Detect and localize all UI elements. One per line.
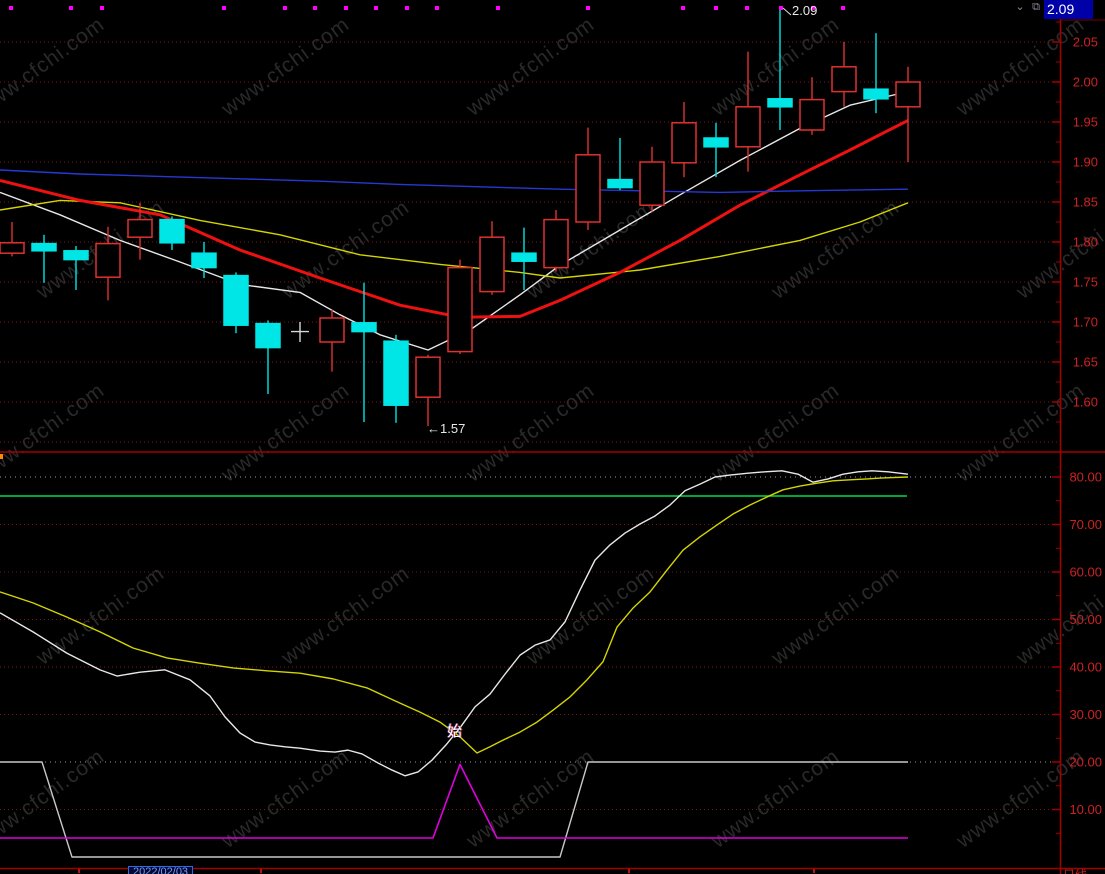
high-price-annotation: 2.09 (792, 3, 818, 18)
candle-body (639, 161, 665, 206)
magenta-signal (0, 763, 908, 839)
period-dot (69, 6, 73, 10)
last-price-badge: 2.09 (1044, 0, 1093, 19)
candle-body (767, 98, 793, 108)
period-dot (841, 6, 845, 10)
price-axis-label: 1.90 (1073, 155, 1098, 170)
indicator-axis-label: 10.00 (1069, 802, 1102, 817)
period-dot (435, 6, 439, 10)
period-dot (9, 6, 13, 10)
chevron-down-icon[interactable]: ⌄ (1012, 0, 1028, 14)
price-axis-label: 1.65 (1073, 355, 1098, 370)
period-dot (344, 6, 348, 10)
period-dot (100, 6, 104, 10)
candle-body (95, 242, 121, 278)
start-marker: 始 (447, 723, 463, 740)
candle-body (447, 266, 473, 353)
status-bar: 2022/02/03 日线 (0, 866, 1105, 874)
indicator-axis-label: 30.00 (1069, 707, 1102, 722)
candle-body (607, 178, 633, 189)
candle-body (479, 236, 505, 293)
candle-body (255, 322, 281, 349)
price-axis-label: 2.00 (1073, 75, 1098, 90)
price-axis-label: 1.70 (1073, 315, 1098, 330)
indicator-axis-label: 80.00 (1069, 470, 1102, 485)
period-dot (681, 6, 685, 10)
price-axis-label: 1.80 (1073, 235, 1098, 250)
indicator-axis-label: 20.00 (1069, 755, 1102, 770)
period-dot (745, 6, 749, 10)
period-dot (374, 6, 378, 10)
indicator-axis-label: 50.00 (1069, 612, 1102, 627)
chart-canvas[interactable]: 2.05 2.00 1.95 1.90 1.85 1.80 1.75 1.70 1.65 1.60… (0, 0, 1105, 874)
period-dot (405, 6, 409, 10)
period-dot (779, 6, 783, 10)
candle-body (31, 242, 57, 252)
stock-chart-app: www.cfchi.com www.cfchi.com www.cfchi.com w… (0, 0, 1105, 874)
window-icon[interactable]: ⧉ (1028, 0, 1044, 14)
price-axis-label: 2.05 (1073, 35, 1098, 50)
candle-body (351, 322, 377, 333)
low-price-annotation: ←1.57 (427, 421, 466, 436)
candle-body (63, 250, 89, 261)
candle-body (575, 154, 601, 223)
period-dot (283, 6, 287, 10)
high-annotation-arrow (782, 7, 792, 16)
orange-mark (0, 454, 3, 459)
candle-body (703, 137, 729, 148)
date-label[interactable]: 2022/02/03 (128, 866, 194, 874)
candle-body (383, 340, 409, 406)
time-axis-tick (78, 869, 80, 873)
time-axis-tick (260, 869, 262, 873)
indicator-axis-label: 60.00 (1069, 565, 1102, 580)
period-label: 日线 (1063, 866, 1087, 874)
time-axis-tick (813, 869, 815, 873)
time-axis-tick (628, 869, 630, 873)
axis-header: ⌄ ⧉ 2.09 (1012, 0, 1093, 19)
candle-body (191, 252, 217, 269)
price-axis-label: 1.85 (1073, 195, 1098, 210)
candle-body (415, 356, 441, 398)
candle-body (511, 252, 537, 262)
candle-body (735, 106, 761, 148)
price-axis-label: 1.75 (1073, 275, 1098, 290)
candle-body (831, 66, 857, 93)
price-axis-label: 1.60 (1073, 395, 1098, 410)
candle-body (671, 122, 697, 164)
period-dot (586, 6, 590, 10)
period-dot (496, 6, 500, 10)
price-axis-label: 1.95 (1073, 115, 1098, 130)
candle-body (127, 218, 153, 238)
indicator-axis-label: 70.00 (1069, 517, 1102, 532)
d-line (0, 476, 909, 754)
candle-body (895, 81, 921, 108)
candle-body (543, 218, 569, 269)
candle-body (159, 218, 185, 244)
candle-body (863, 88, 889, 100)
indicator-axis-label: 40.00 (1069, 660, 1102, 675)
period-dot (222, 6, 226, 10)
candle-body (0, 242, 25, 254)
candle-body (223, 274, 249, 326)
period-dot (714, 6, 718, 10)
period-dot (313, 6, 317, 10)
candle-body (319, 317, 345, 343)
candle-body (799, 98, 825, 131)
